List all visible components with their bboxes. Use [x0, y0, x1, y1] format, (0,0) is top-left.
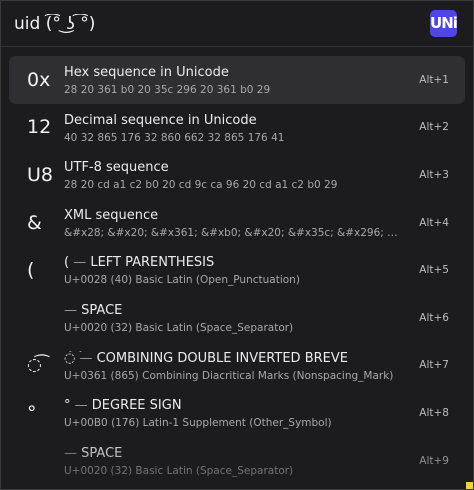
character-name: LEFT PARENTHESIS: [90, 255, 215, 271]
result-title: ° — DEGREE SIGN: [64, 398, 405, 414]
title-dash: —: [64, 302, 82, 318]
title-dash: —: [64, 445, 82, 461]
result-subtitle: U+0020 (32) Basic Latin (Space_Separator…: [64, 464, 294, 477]
result-char-space[interactable]: — SPACE U+0020 (32) Basic Latin (Space_S…: [9, 294, 465, 342]
character-name: SPACE: [81, 445, 123, 461]
result-title: Hex sequence in Unicode: [64, 65, 229, 80]
result-subtitle: &#x28; &#x20; &#x361; &#xb0; &#x20; &#x3…: [64, 226, 405, 239]
character-glyph: (: [27, 259, 35, 282]
character-name: SPACE: [81, 302, 123, 318]
search-bar: UNi: [1, 1, 473, 47]
result-char-space[interactable]: — SPACE U+0020 (32) Basic Latin (Space_S…: [9, 437, 465, 485]
result-subtitle: U+0020 (32) Basic Latin (Space_Separator…: [64, 321, 294, 334]
result-xml-sequence[interactable]: & XML sequence &#x28; &#x20; &#x361; &#x…: [9, 199, 465, 247]
character-glyph: [27, 304, 59, 332]
result-char-combining-double-inverted-breve[interactable]: ◌͡ ◌͡ — COMBINING DOUBLE INVERTED BREVE …: [9, 342, 465, 390]
title-dash: —: [69, 255, 91, 271]
decimal-icon: 12: [27, 116, 52, 139]
result-title: ( — LEFT PARENTHESIS: [64, 255, 405, 271]
character-glyph: ◌͡: [27, 355, 42, 376]
launcher-window: UNi 0x Hex sequence in Unicode 28 20 361…: [0, 0, 474, 490]
results-list: 0x Hex sequence in Unicode 28 20 361 b0 …: [1, 56, 473, 484]
result-title: ◌͡ — COMBINING DOUBLE INVERTED BREVE: [64, 351, 405, 367]
shortcut-label: Alt+7: [419, 359, 449, 372]
search-input[interactable]: [14, 13, 414, 35]
result-subtitle: 28 20 361 b0 20 35c 296 20 361 b0 29: [64, 84, 271, 96]
result-hex-sequence[interactable]: 0x Hex sequence in Unicode 28 20 361 b0 …: [9, 56, 465, 104]
result-subtitle: U+0028 (40) Basic Latin (Open_Punctuatio…: [64, 274, 300, 287]
result-title: UTF-8 sequence: [64, 160, 169, 176]
result-title: Decimal sequence in Unicode: [64, 112, 257, 128]
result-char-degree-sign[interactable]: ° ° — DEGREE SIGN U+00B0 (176) Latin-1 S…: [9, 389, 465, 437]
result-title: — SPACE: [64, 446, 405, 462]
shortcut-label: Alt+2: [419, 121, 449, 134]
character-name: COMBINING DOUBLE INVERTED BREVE: [96, 350, 348, 366]
character-glyph: [27, 447, 59, 475]
character-glyph: °: [27, 401, 37, 424]
character-name: DEGREE SIGN: [91, 398, 182, 414]
title-dash: —: [75, 350, 97, 366]
title-dash: —: [70, 398, 92, 414]
shortcut-label: Alt+5: [419, 264, 449, 277]
result-char-left-parenthesis[interactable]: ( ( — LEFT PARENTHESIS U+0028 (40) Basic…: [9, 246, 465, 294]
utf8-icon: U8: [27, 163, 53, 186]
shortcut-label: Alt+1: [419, 73, 449, 86]
ampersand-icon: &: [27, 211, 42, 234]
result-title: — SPACE: [64, 303, 405, 319]
result-subtitle: U+00B0 (176) Latin-1 Supplement (Other_S…: [64, 417, 332, 430]
shortcut-label: Alt+9: [419, 454, 449, 467]
shortcut-label: Alt+3: [419, 168, 449, 181]
result-title: XML sequence: [64, 207, 159, 223]
result-subtitle: 28 20 cd a1 c2 b0 20 cd 9c ca 96 20 cd a…: [64, 179, 338, 192]
corner-indicator: [466, 482, 473, 489]
title-char: ◌͡: [64, 350, 76, 366]
shortcut-label: Alt+4: [419, 216, 449, 229]
result-subtitle: U+0361 (865) Combining Diacritical Marks…: [64, 369, 394, 382]
app-logo: UNi: [430, 10, 458, 37]
result-subtitle: 40 32 865 176 32 860 662 32 865 176 41: [64, 131, 285, 144]
result-decimal-sequence[interactable]: 12 Decimal sequence in Unicode 40 32 865…: [9, 104, 465, 152]
hex-icon: 0x: [27, 68, 51, 91]
shortcut-label: Alt+6: [419, 311, 449, 324]
result-utf8-sequence[interactable]: U8 UTF-8 sequence 28 20 cd a1 c2 b0 20 c…: [9, 151, 465, 199]
shortcut-label: Alt+8: [419, 406, 449, 419]
